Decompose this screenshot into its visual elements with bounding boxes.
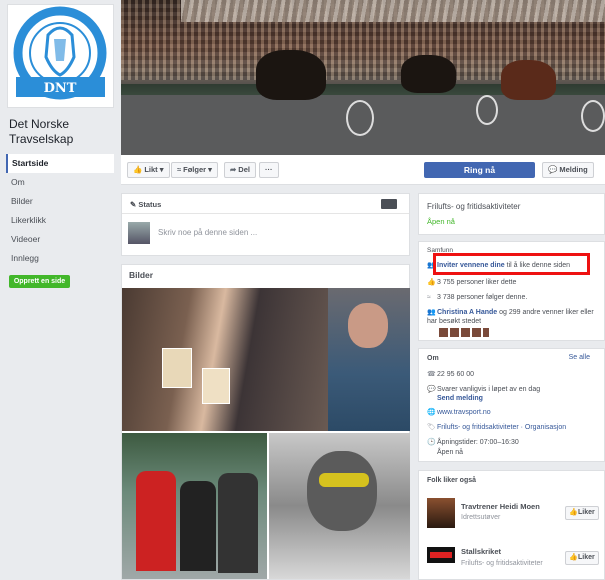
left-nav: Startside Om Bilder Likerklikk Videoer I… bbox=[6, 154, 114, 268]
status-input[interactable]: Skriv noe på denne siden ... bbox=[158, 228, 257, 237]
response-row: 💬Svarer vanligvis i løpet av en dag bbox=[427, 386, 541, 393]
avatar bbox=[128, 222, 150, 244]
like-page-button[interactable]: 👍Liker bbox=[565, 551, 599, 565]
like-page-button[interactable]: 👍Liker bbox=[565, 506, 599, 520]
suggested-page-category: Idrettsutøver bbox=[461, 514, 501, 521]
likes-count-row: 👍3 755 personer liker dette bbox=[427, 279, 517, 286]
friend-avatars[interactable] bbox=[439, 328, 489, 337]
stallskriket-logo bbox=[430, 552, 452, 558]
page-thumbnail[interactable] bbox=[427, 547, 455, 563]
photo-driver-helmet[interactable] bbox=[269, 433, 410, 579]
message-button[interactable]: 💬 Melding bbox=[542, 162, 594, 178]
page-title[interactable]: Det Norske Travselskap bbox=[9, 117, 114, 147]
photos-title[interactable]: Bilder bbox=[129, 270, 153, 280]
photo-drivers[interactable] bbox=[122, 433, 267, 579]
nav-item-bilder[interactable]: Bilder bbox=[6, 192, 114, 211]
following-button[interactable]: ≈ Følger ▾ bbox=[171, 162, 218, 178]
more-button[interactable]: ··· bbox=[259, 162, 279, 178]
share-button[interactable]: ➦ Del bbox=[224, 162, 256, 178]
suggested-page-name[interactable]: Stallskriket bbox=[461, 547, 561, 556]
dnt-horseshoe-logo: DNT bbox=[13, 6, 107, 100]
rss-icon: ≈ bbox=[427, 294, 431, 301]
people-also-like-card: Folk liker også Travtrener Heidi Moen Id… bbox=[418, 470, 605, 580]
see-all-link[interactable]: Se alle bbox=[569, 354, 590, 361]
face-image bbox=[348, 303, 388, 348]
friends-liked-row: 👥Christina A Hande og 299 andre venner l… bbox=[427, 309, 594, 325]
liked-button[interactable]: 👍 Likt ▾ bbox=[127, 162, 170, 178]
category-card: Frilufts- og fritidsaktiviteter Åpen nå bbox=[418, 193, 605, 235]
thumbs-up-icon: 👍 bbox=[569, 509, 578, 516]
followers-count-row: ≈3 738 personer følger denne. bbox=[427, 294, 528, 301]
grandstand-roof bbox=[181, 0, 605, 22]
photos-section: Bilder bbox=[121, 264, 410, 580]
nav-item-om[interactable]: Om bbox=[6, 173, 114, 192]
nav-item-innlegg[interactable]: Innlegg bbox=[6, 249, 114, 268]
thumbs-up-icon: 👍 bbox=[569, 554, 578, 561]
status-composer: ✎ Status Skriv noe på denne siden ... bbox=[121, 193, 410, 256]
tag-icon: 🏷 bbox=[427, 424, 436, 431]
suggested-page-name[interactable]: Travtrener Heidi Moen bbox=[461, 502, 561, 511]
sulky-wheel bbox=[346, 100, 374, 136]
nav-item-videoer[interactable]: Videoer bbox=[6, 230, 114, 249]
phone-icon: ☎ bbox=[427, 371, 436, 378]
cover-photo[interactable] bbox=[121, 0, 605, 155]
diploma-image bbox=[162, 348, 192, 388]
diploma-image bbox=[202, 368, 230, 404]
website-row: 🌐www.travsport.no bbox=[427, 409, 491, 416]
rss-icon: ≈ bbox=[177, 165, 182, 174]
messenger-icon: 💬 bbox=[427, 386, 436, 393]
page-action-bar: 👍 Likt ▾ ≈ Følger ▾ ➦ Del ··· Ring nå 💬 Meld… bbox=[121, 155, 605, 185]
send-message-link[interactable]: Send melding bbox=[427, 394, 602, 403]
open-now-label: Åpen nå bbox=[427, 217, 455, 226]
call-now-button[interactable]: Ring nå bbox=[424, 162, 535, 178]
page-logo[interactable]: DNT bbox=[7, 4, 114, 108]
photo-award-ceremony[interactable] bbox=[122, 288, 328, 431]
goggles-image bbox=[319, 473, 369, 487]
thumbs-up-icon: 👍 bbox=[133, 165, 143, 174]
hours-open-now: Åpen nå bbox=[437, 449, 464, 456]
hours-row: 🕒Åpningstider: 07:00–16:30 bbox=[427, 439, 519, 446]
page-thumbnail[interactable] bbox=[427, 498, 455, 528]
messenger-icon: 💬 bbox=[548, 165, 558, 174]
driver-figure bbox=[136, 471, 176, 571]
photo-portrait-man[interactable] bbox=[328, 288, 410, 431]
people-like-header: Folk liker også bbox=[427, 477, 477, 484]
about-card: Om Se alle ☎22 95 60 00 💬Svarer vanligvi… bbox=[418, 348, 605, 462]
driver-figure bbox=[180, 481, 216, 571]
clock-icon: 🕒 bbox=[427, 439, 436, 446]
helmet-image bbox=[307, 451, 377, 531]
suggested-page-category: Frilufts- og fritidsaktiviteter bbox=[461, 560, 543, 567]
svg-text:DNT: DNT bbox=[44, 81, 77, 96]
categories-row: 🏷Frilufts- og fritidsaktiviteter · Organ… bbox=[427, 424, 567, 431]
thumbs-up-icon: 👍 bbox=[427, 279, 436, 286]
nav-item-likerklikk[interactable]: Likerklikk bbox=[6, 211, 114, 230]
highlight-box bbox=[433, 253, 590, 275]
create-page-button[interactable]: Opprett en side bbox=[9, 275, 70, 288]
globe-icon: 🌐 bbox=[427, 409, 436, 416]
horse-figure bbox=[501, 60, 556, 100]
horse-figure bbox=[256, 50, 326, 100]
nav-item-startside[interactable]: Startside bbox=[6, 154, 114, 173]
photo-icon[interactable] bbox=[381, 199, 397, 209]
divider bbox=[122, 213, 409, 214]
person-figure bbox=[218, 473, 258, 573]
category-label[interactable]: Frilufts- og fritidsaktiviteter bbox=[427, 202, 520, 211]
friends-icon: 👥 bbox=[427, 309, 436, 316]
share-icon: ➦ bbox=[230, 165, 237, 174]
status-tab[interactable]: ✎ Status bbox=[130, 200, 161, 209]
sulky-wheel bbox=[581, 100, 605, 132]
phone-row: ☎22 95 60 00 bbox=[427, 371, 474, 378]
horse-figure bbox=[401, 55, 456, 93]
sulky-wheel bbox=[476, 95, 498, 125]
